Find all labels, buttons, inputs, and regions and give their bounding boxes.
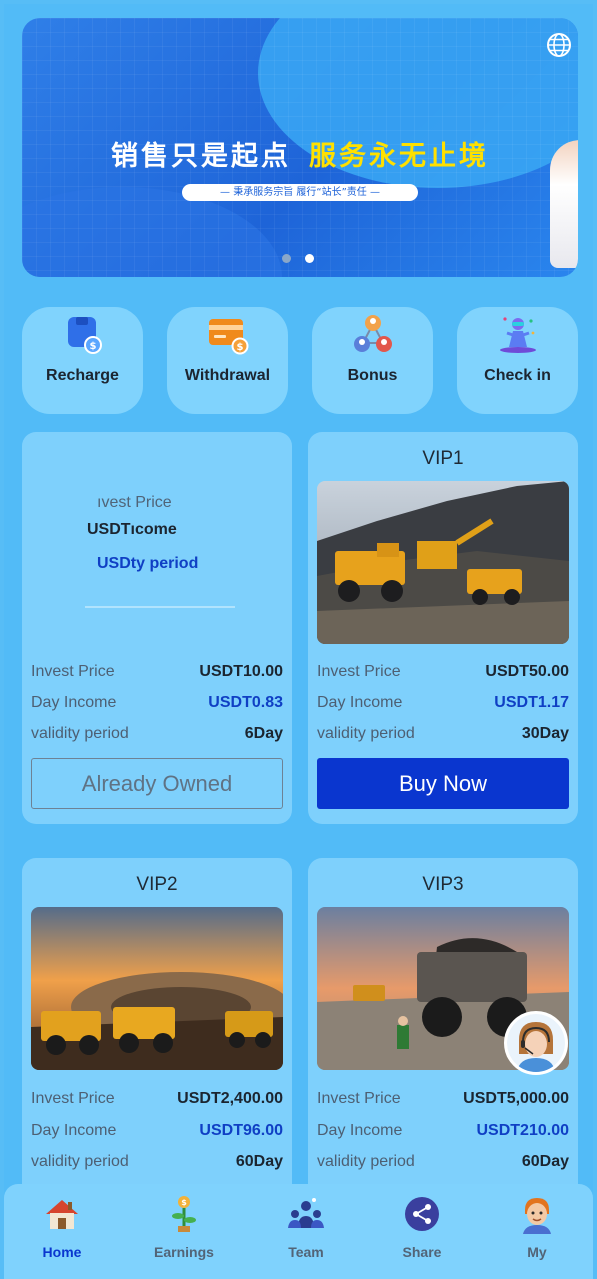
globe-icon[interactable] <box>546 32 572 58</box>
mine-sunset-image <box>31 907 283 1070</box>
nav-share[interactable]: Share <box>372 1194 472 1260</box>
validity-period-row: validity period 30Day <box>317 725 569 742</box>
svg-text:$: $ <box>237 342 244 353</box>
recharge-button[interactable]: $ Recharge <box>22 307 143 414</box>
invest-price-row: Invest Price USDT10.00 <box>31 663 283 680</box>
nav-my[interactable]: My <box>487 1194 587 1260</box>
product-title: VIP1 <box>422 448 464 469</box>
overlay-text-2: USDTıcome <box>87 521 177 538</box>
carousel-dot-1[interactable] <box>282 254 291 263</box>
nav-team[interactable]: Team <box>256 1194 356 1260</box>
share-icon <box>405 1197 439 1231</box>
banner-tagline: — 秉承服务宗旨 履行“站长”责任 — <box>182 184 418 201</box>
nav-my-label: My <box>527 1244 547 1260</box>
day-income-row: Day Income USDT1.17 <box>317 694 569 711</box>
product-title: VIP2 <box>136 874 178 895</box>
bonus-icon <box>354 315 392 352</box>
carousel-indicator[interactable] <box>282 254 314 263</box>
home-icon <box>46 1200 78 1229</box>
banner-headline-yellow: 服务永无止境 <box>309 141 489 172</box>
product-card-owned: ıvest Price USDTıcome USDty period Inves… <box>22 432 292 824</box>
validity-period-row: validity period 6Day <box>31 725 283 742</box>
overlay-text-3: USDty period <box>97 555 199 572</box>
customer-service-avatar-button[interactable] <box>504 1011 568 1075</box>
customer-service-icon <box>507 1014 565 1072</box>
bonus-button[interactable]: Bonus <box>312 307 433 414</box>
banner-headline: 销售只是起点 服务永无止境 <box>22 134 578 173</box>
nav-earnings-label: Earnings <box>154 1244 214 1260</box>
check-in-button[interactable]: Check in <box>457 307 578 414</box>
day-income-row: Day Income USDT210.00 <box>317 1122 569 1139</box>
card-icon: $ <box>209 319 249 355</box>
invest-price-row: Invest Price USDT50.00 <box>317 663 569 680</box>
earnings-icon: $ <box>172 1196 196 1232</box>
invest-price-row: Invest Price USDT5,000.00 <box>317 1090 569 1107</box>
nav-earnings[interactable]: $ Earnings <box>134 1194 234 1260</box>
svg-text:$: $ <box>181 1198 187 1207</box>
recharge-label: Recharge <box>46 367 119 384</box>
nav-home-label: Home <box>42 1244 82 1260</box>
check-in-icon <box>500 317 536 353</box>
check-in-label: Check in <box>484 367 551 384</box>
validity-period-row: validity period 60Day <box>317 1153 569 1170</box>
nav-share-label: Share <box>402 1244 442 1260</box>
profile-icon <box>523 1198 551 1234</box>
banner-headline-white: 销售只是起点 <box>111 141 291 172</box>
carousel-dot-2[interactable] <box>305 254 314 263</box>
already-owned-button[interactable]: Already Owned <box>31 758 283 809</box>
product-card-vip2: VIP2 Invest Price USDT2,400.00 Day Incom… <box>22 858 292 1198</box>
promo-banner[interactable]: 销售只是起点 服务永无止境 — 秉承服务宗旨 履行“站长”责任 — <box>22 18 578 277</box>
day-income-row: Day Income USDT96.00 <box>31 1122 283 1139</box>
svg-text:$: $ <box>90 341 97 352</box>
invest-price-row: Invest Price USDT2,400.00 <box>31 1090 283 1107</box>
overlay-text-1: ıvest Price <box>97 494 172 511</box>
product-image-placeholder: ıvest Price USDTıcome USDty period <box>31 481 283 644</box>
wallet-icon: $ <box>68 317 102 354</box>
product-card-vip1: VIP1 Invest Price USDT50.00 Day Income U… <box>308 432 578 824</box>
nav-team-label: Team <box>288 1244 324 1260</box>
withdrawal-label: Withdrawal <box>184 367 271 384</box>
team-icon <box>288 1198 324 1228</box>
validity-period-row: validity period 60Day <box>31 1153 283 1170</box>
bottom-navigation: Home $ Earnings Team Share My <box>4 1184 593 1279</box>
banner-person-image <box>550 140 578 268</box>
mining-truck-image <box>317 481 569 644</box>
page: 销售只是起点 服务永无止境 — 秉承服务宗旨 履行“站长”责任 — $ Recha… <box>4 4 593 1279</box>
day-income-row: Day Income USDT0.83 <box>31 694 283 711</box>
product-title: VIP3 <box>422 874 464 895</box>
buy-now-button[interactable]: Buy Now <box>317 758 569 809</box>
bonus-label: Bonus <box>347 367 398 384</box>
quick-actions: $ Recharge $ Withdrawal Bonus Check in <box>22 307 578 414</box>
withdrawal-button[interactable]: $ Withdrawal <box>167 307 288 414</box>
nav-home[interactable]: Home <box>12 1194 112 1260</box>
